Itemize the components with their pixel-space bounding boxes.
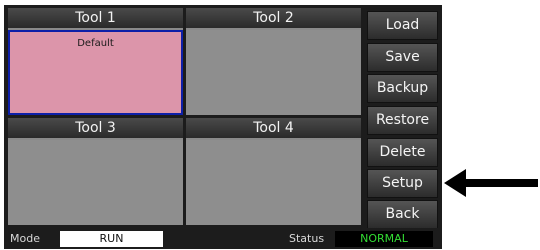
- setup-button[interactable]: Setup: [367, 169, 438, 198]
- tool-3-slot[interactable]: Tool 3: [8, 118, 183, 225]
- restore-button[interactable]: Restore: [367, 106, 438, 135]
- backup-button[interactable]: Backup: [367, 74, 438, 103]
- tool-1-title: Tool 1: [8, 8, 183, 28]
- tool-4-content[interactable]: [186, 140, 361, 225]
- tool-2-slot[interactable]: Tool 2: [186, 8, 361, 115]
- tool-2-content[interactable]: [186, 30, 361, 115]
- tool-2-title: Tool 2: [186, 8, 361, 28]
- tool-manager-panel: Tool 1 Default Tool 2 Tool 3 Tool 4 Load…: [4, 5, 442, 249]
- mode-label: Mode: [10, 232, 40, 245]
- tool-1-slot[interactable]: Tool 1 Default: [8, 8, 183, 115]
- tool-3-title: Tool 3: [8, 118, 183, 138]
- tool-1-name: Default: [77, 38, 114, 49]
- status-label: Status: [289, 232, 325, 245]
- arrow-left-icon: [444, 169, 538, 197]
- tool-3-content[interactable]: [8, 140, 183, 225]
- status-value: NORMAL: [335, 231, 433, 247]
- tool-4-slot[interactable]: Tool 4: [186, 118, 361, 225]
- tool-4-title: Tool 4: [186, 118, 361, 138]
- mode-value: RUN: [60, 231, 163, 247]
- back-button[interactable]: Back: [367, 200, 438, 229]
- tool-1-content[interactable]: Default: [8, 30, 183, 115]
- save-button[interactable]: Save: [367, 43, 438, 72]
- delete-button[interactable]: Delete: [367, 138, 438, 167]
- status-bar: Mode RUN Status NORMAL: [4, 228, 442, 249]
- load-button[interactable]: Load: [367, 11, 438, 40]
